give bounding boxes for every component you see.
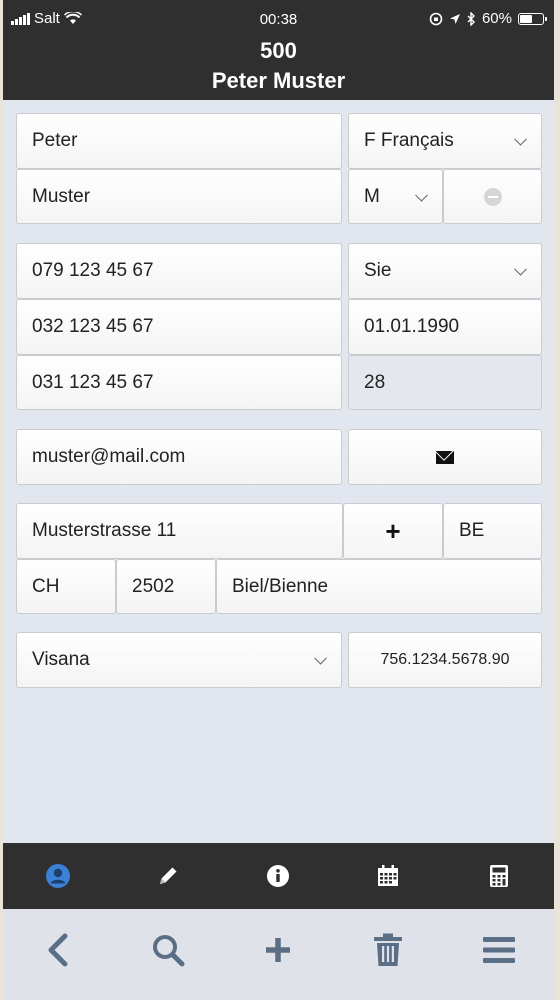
search-icon: [153, 935, 185, 967]
tab-edit[interactable]: [113, 843, 223, 909]
city-field[interactable]: Biel/Bienne: [216, 559, 542, 614]
menu-icon: [483, 937, 515, 963]
mobile-phone-field[interactable]: 079 123 45 67: [16, 243, 342, 299]
tab-calendar[interactable]: [333, 843, 443, 909]
rotation-lock-icon: [429, 12, 443, 25]
bottom-toolbar: [3, 909, 554, 1000]
status-bar: Salt 00:38 60%: [3, 0, 554, 38]
bluetooth-icon: [467, 11, 475, 26]
location-icon: [449, 13, 460, 24]
email-field[interactable]: muster@mail.com: [16, 429, 342, 485]
status-right: 60%: [429, 10, 547, 27]
add-address-button[interactable]: +: [343, 503, 443, 559]
person-icon: [46, 864, 70, 888]
add-button[interactable]: [223, 909, 333, 991]
zip-field[interactable]: 2502: [116, 559, 216, 614]
battery-icon: [518, 12, 547, 25]
delete-button[interactable]: [333, 909, 443, 991]
info-icon: [267, 865, 289, 887]
search-button[interactable]: [113, 909, 223, 991]
envelope-icon: [436, 450, 454, 464]
calculator-icon: [490, 865, 508, 887]
battery-percent: 60%: [481, 10, 512, 27]
plus-icon: +: [385, 516, 401, 546]
remove-icon: [483, 187, 502, 206]
customer-number: 500: [260, 38, 297, 63]
back-icon: [48, 933, 68, 967]
street-field[interactable]: Musterstrasse 11: [16, 503, 343, 559]
gender-select[interactable]: M: [348, 169, 443, 224]
send-email-button[interactable]: [348, 429, 542, 485]
country-field[interactable]: CH: [16, 559, 116, 614]
app-screen: Salt 00:38 60% 500 Peter Muster Peter F …: [3, 0, 554, 1000]
salutation-select[interactable]: Sie: [348, 243, 542, 299]
language-select[interactable]: F Français: [348, 113, 542, 169]
customer-name: Peter Muster: [211, 68, 346, 93]
top-bar: Salt 00:38 60% 500 Peter Muster: [3, 0, 554, 100]
plus-icon: [266, 938, 290, 962]
calendar-icon: [378, 865, 398, 886]
first-name-field[interactable]: Peter: [16, 113, 342, 169]
back-button[interactable]: [3, 909, 113, 991]
age-field: 28: [348, 355, 542, 410]
work-phone-field[interactable]: 032 123 45 67: [16, 299, 342, 355]
last-name-field[interactable]: Muster: [16, 169, 342, 224]
trash-icon: [374, 933, 402, 966]
insurance-select[interactable]: Visana: [16, 632, 342, 688]
home-phone-field[interactable]: 031 123 45 67: [16, 355, 342, 410]
tab-calculator[interactable]: [444, 843, 554, 909]
clear-button[interactable]: [443, 169, 542, 224]
ahv-number-field[interactable]: 756.1234.5678.90: [348, 632, 542, 688]
pencil-icon: [160, 867, 177, 884]
birth-date-field[interactable]: 01.01.1990: [348, 299, 542, 355]
tab-info[interactable]: [223, 843, 333, 909]
menu-button[interactable]: [444, 909, 554, 991]
canton-field[interactable]: BE: [443, 503, 542, 559]
tab-bar: [3, 843, 554, 909]
tab-person[interactable]: [3, 843, 113, 909]
